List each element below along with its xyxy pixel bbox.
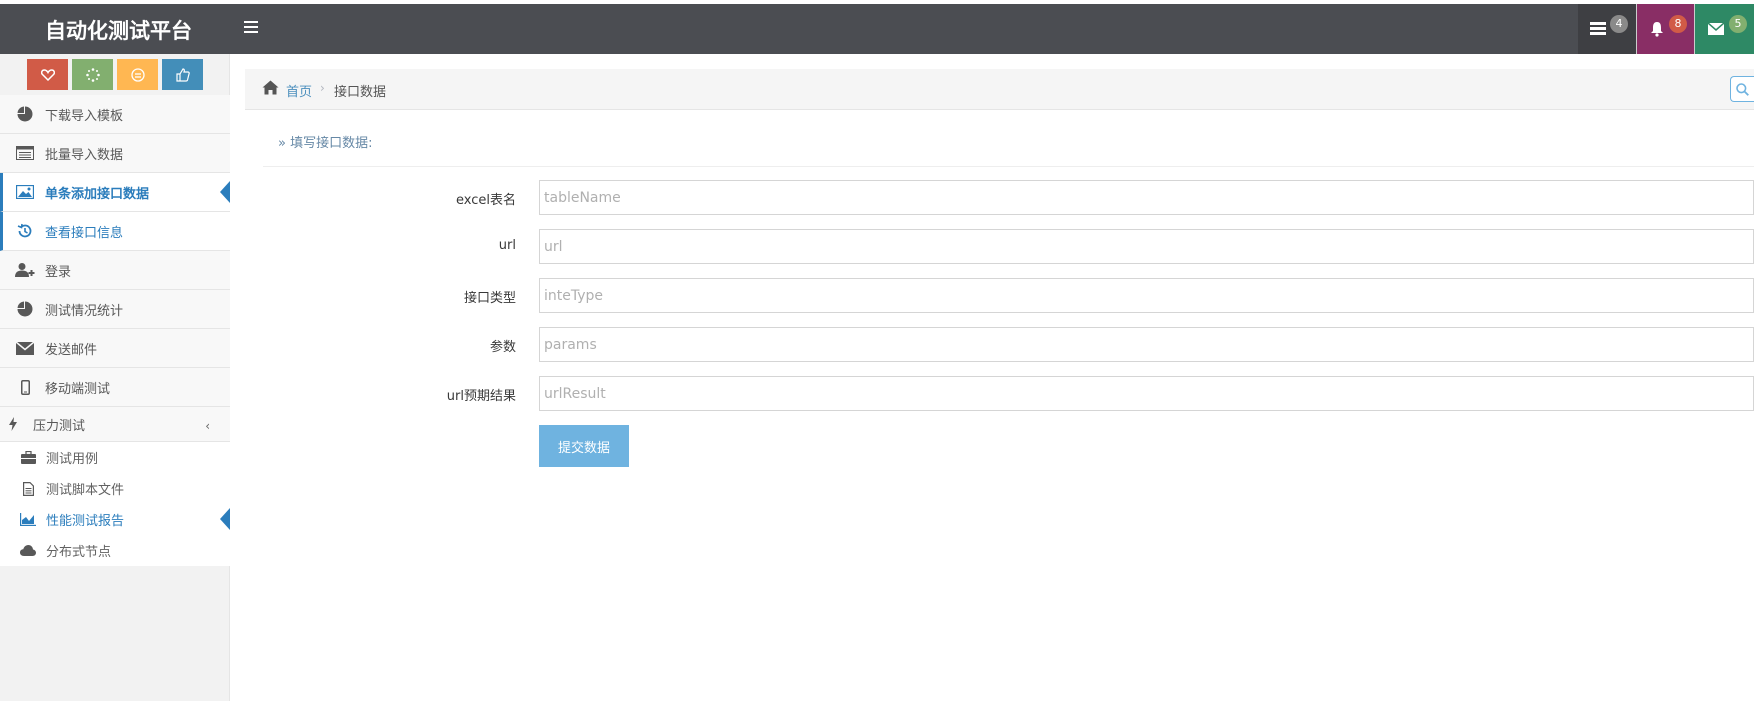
form-row-inte-type: 接口类型	[245, 278, 1754, 313]
file-text-icon	[20, 481, 36, 496]
breadcrumb-home-link[interactable]: 首页	[286, 81, 312, 100]
list-alt-icon	[15, 145, 35, 161]
home-icon[interactable]	[262, 80, 279, 99]
inte-type-input[interactable]	[539, 278, 1754, 313]
sidebar-item-label: 移动端测试	[45, 381, 111, 397]
params-input[interactable]	[539, 327, 1754, 362]
active-indicator	[220, 181, 230, 203]
tasks-dropdown[interactable]: 4	[1578, 4, 1636, 54]
sidebar-subitem-label: 测试脚本文件	[46, 483, 125, 498]
pie-chart-icon	[15, 106, 35, 122]
sidebar-item-test-statistics[interactable]: 测试情况统计	[0, 290, 230, 329]
sidebar-item-stress-test[interactable]: 压力测试 ‹	[0, 407, 230, 442]
breadcrumb-separator-icon: ›	[320, 81, 325, 95]
messages-dropdown[interactable]: 5	[1694, 4, 1754, 54]
menu-toggle-icon[interactable]	[244, 18, 258, 34]
sidebar-item-label: 发送邮件	[45, 342, 98, 358]
bolt-icon	[3, 416, 23, 432]
brand-title[interactable]: 自动化测试平台	[45, 15, 192, 45]
url-result-input[interactable]	[539, 376, 1754, 411]
briefcase-icon	[20, 451, 36, 465]
table-name-label: excel表名	[456, 193, 516, 208]
sidebar-subitem-test-scripts[interactable]: 测试脚本文件	[0, 473, 230, 504]
bell-icon	[1650, 22, 1663, 37]
sidebar-item-label: 下载导入模板	[45, 108, 124, 124]
meh-icon	[130, 67, 145, 82]
form-row-params: 参数	[245, 327, 1754, 362]
sidebar-item-login[interactable]: 登录	[0, 251, 230, 290]
envelope-icon	[15, 340, 35, 356]
picture-icon	[15, 184, 35, 200]
sidebar-item-label: 批量导入数据	[45, 147, 124, 163]
breadcrumb: 首页 › 接口数据	[245, 69, 1754, 110]
sidebar-subitem-distributed-nodes[interactable]: 分布式节点	[0, 535, 230, 566]
shortcut-thumbs-up-button[interactable]	[162, 59, 203, 90]
sidebar-item-label: 压力测试	[33, 418, 86, 434]
tasks-badge: 4	[1610, 15, 1628, 33]
sidebar-item-send-mail[interactable]: 发送邮件	[0, 329, 230, 368]
shortcut-meh-button[interactable]	[117, 59, 158, 90]
cloud-icon	[20, 544, 36, 558]
submit-data-button[interactable]: 提交数据	[539, 425, 629, 467]
chevron-left-icon: ‹	[205, 419, 210, 433]
tasks-icon	[1590, 22, 1606, 35]
url-label: url	[498, 238, 516, 253]
area-chart-icon	[20, 513, 36, 527]
breadcrumb-current: 接口数据	[334, 85, 387, 100]
sidebar-subitem-label: 性能测试报告	[46, 514, 125, 529]
shortcut-spinner-button[interactable]	[72, 59, 113, 90]
form-row-table-name: excel表名	[245, 180, 1754, 215]
sidebar-item-add-single-interface[interactable]: 单条添加接口数据	[0, 173, 230, 212]
form-row-url-result: url预期结果	[245, 376, 1754, 411]
sidebar-item-download-template[interactable]: 下载导入模板	[0, 95, 230, 134]
sidebar-item-label: 测试情况统计	[45, 303, 124, 319]
sidebar-subitem-test-cases[interactable]: 测试用例	[0, 442, 230, 473]
sidebar-item-mobile-test[interactable]: 移动端测试	[0, 368, 230, 407]
url-result-label: url预期结果	[446, 389, 516, 404]
params-label: 参数	[489, 340, 516, 355]
section-divider	[263, 166, 1754, 167]
spinner-icon	[85, 67, 100, 82]
url-input[interactable]	[539, 229, 1754, 264]
form-row-url: url	[245, 229, 1754, 264]
notifications-dropdown[interactable]: 8	[1636, 4, 1694, 54]
history-icon	[15, 223, 35, 239]
messages-badge: 5	[1729, 15, 1747, 33]
shortcut-heart-button[interactable]	[27, 59, 68, 90]
sidebar: 下载导入模板 批量导入数据 单条添加接口数据 查看接口信息 登录 测试情况统计	[0, 54, 230, 701]
thumbs-up-icon	[175, 67, 190, 82]
mobile-icon	[15, 379, 35, 395]
sidebar-item-batch-import[interactable]: 批量导入数据	[0, 134, 230, 173]
table-name-input[interactable]	[539, 180, 1754, 215]
active-indicator	[220, 508, 230, 530]
notifications-badge: 8	[1669, 15, 1687, 33]
sidebar-item-label: 登录	[45, 264, 72, 280]
sidebar-subitem-label: 测试用例	[46, 452, 99, 467]
sidebar-subitem-performance-report[interactable]: 性能测试报告	[0, 504, 230, 535]
sidebar-item-label: 单条添加接口数据	[45, 186, 150, 202]
sidebar-item-view-interface[interactable]: 查看接口信息	[0, 212, 230, 251]
search-icon	[1736, 82, 1749, 96]
user-plus-icon	[15, 262, 35, 278]
sidebar-subitem-label: 分布式节点	[46, 545, 112, 560]
inte-type-label: 接口类型	[463, 291, 516, 306]
search-button[interactable]	[1730, 76, 1754, 102]
top-navbar: 自动化测试平台 4 8 5	[0, 4, 1754, 54]
sidebar-shortcuts	[27, 59, 203, 90]
heart-icon	[40, 68, 55, 81]
envelope-icon	[1707, 23, 1724, 35]
sidebar-item-label: 查看接口信息	[45, 225, 124, 241]
pie-chart-icon	[15, 301, 35, 317]
form-section-title: » 填写接口数据:	[278, 136, 373, 151]
